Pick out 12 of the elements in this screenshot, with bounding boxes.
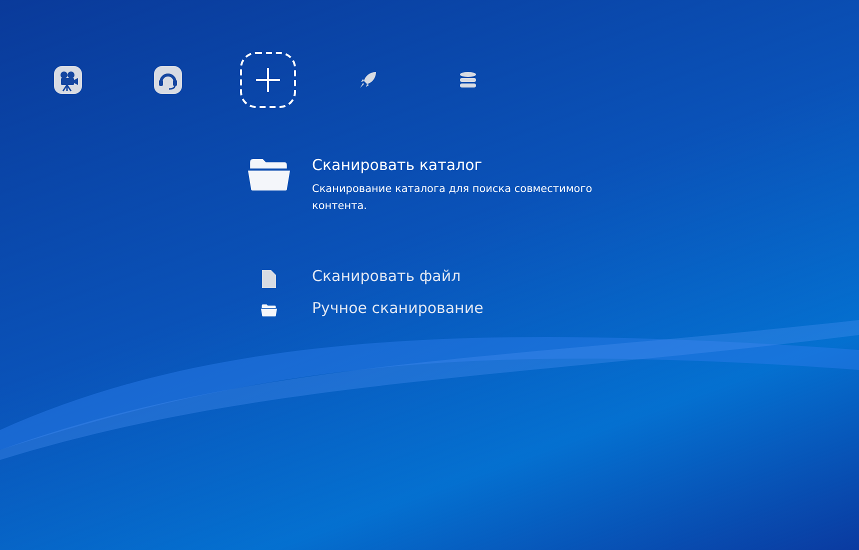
menu-item-label[interactable]: Ручное сканирование [312,297,484,320]
folder-icon [248,158,290,192]
rocket-icon[interactable] [359,71,377,89]
folder-icon [261,304,277,317]
headset-icon[interactable] [153,65,183,95]
file-icon [262,270,276,288]
menu-item-label[interactable]: Сканировать каталог [312,154,602,176]
menu-item-label[interactable]: Сканировать файл [312,265,461,288]
menu-item-description: Сканирование каталога для поиска совместимого контента. [312,182,594,214]
database-icon[interactable] [459,71,477,89]
plus-icon[interactable] [254,66,282,94]
movie-camera-icon[interactable] [53,65,83,95]
